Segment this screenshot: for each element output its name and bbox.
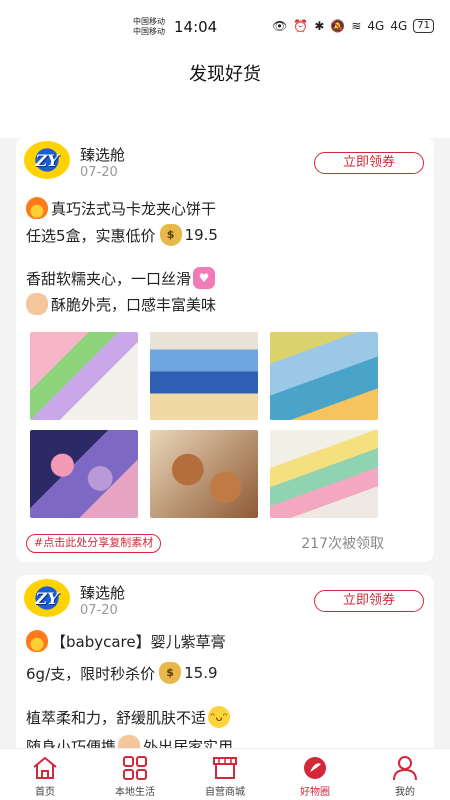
product-photo[interactable]: [270, 332, 378, 420]
copy-material-button[interactable]: #点击此处分享复制素材: [26, 534, 162, 553]
carrier-info: 中国移动 中国移动: [133, 17, 165, 37]
money-bag-icon: $: [159, 662, 182, 684]
alarm-icon: ⏰: [293, 19, 309, 33]
shop-name: 臻选舱: [80, 146, 126, 164]
system-icons: 👁 ⏰ ✱ 🔕 ≋ 4G 4G 71: [272, 19, 434, 33]
product-photo[interactable]: [30, 332, 138, 420]
battery-icon: 71: [413, 19, 434, 33]
get-coupon-button[interactable]: 立即领券: [314, 590, 424, 612]
carrier-2: 中国移动: [133, 27, 165, 36]
signal-2: 4G: [390, 19, 408, 33]
money-bag-icon: $: [159, 224, 182, 246]
page-header: 发现好货: [0, 54, 450, 138]
laughing-face-icon: ᵔᴗᵔ: [208, 706, 231, 728]
post-title-line: 【babycare】婴儿紫草膏: [26, 630, 226, 652]
fire-icon: [26, 197, 48, 219]
product-photo-grid: [30, 332, 378, 518]
claim-count: 217次被领取: [301, 536, 384, 552]
goods-circle-icon: [304, 757, 326, 779]
post-date: 07-20: [80, 165, 118, 180]
shop-name: 臻选舱: [80, 584, 126, 602]
description-line-2: 酥脆外壳，口感丰富美味: [26, 293, 216, 315]
product-photo[interactable]: [150, 332, 258, 420]
price-line: 6g/支，限时秒杀价 $ 15.9: [26, 662, 218, 684]
product-photo[interactable]: [150, 430, 258, 518]
signal-1: 4G: [367, 19, 385, 33]
price-line: 任选5盒，实惠低价 $ 19.5: [26, 224, 218, 246]
mute-icon: 🔕: [330, 19, 346, 33]
get-coupon-button[interactable]: 立即领券: [314, 152, 424, 174]
product-photo[interactable]: [270, 430, 378, 518]
tab-home[interactable]: 首页: [0, 749, 90, 800]
hearts-icon: ♥: [193, 267, 216, 289]
carrier-1: 中国移动: [133, 17, 165, 26]
home-icon: [33, 756, 57, 779]
description-line-1: 香甜软糯夹心，一口丝滑 ♥: [26, 267, 218, 289]
post-date: 07-20: [80, 603, 118, 618]
profile-icon: [393, 756, 417, 781]
page-title: 发现好货: [189, 64, 261, 85]
product-photo[interactable]: [30, 430, 138, 518]
store-icon: [213, 757, 237, 779]
shop-avatar[interactable]: ZY: [24, 141, 70, 179]
shop-avatar[interactable]: ZY: [24, 579, 70, 617]
tab-local-life[interactable]: 本地生活: [90, 749, 180, 800]
wifi-icon: ≋: [351, 19, 362, 33]
post-title-line: 真巧法式马卡龙夹心饼干: [26, 197, 216, 219]
grid-icon: [123, 756, 147, 780]
fire-icon: [26, 630, 48, 652]
status-bar: 中国移动 中国移动 14:04 👁 ⏰ ✱ 🔕 ≋ 4G 4G 71: [0, 0, 450, 54]
bottom-tab-bar: 首页 本地生活 自营商城 好物圈 我的: [0, 748, 450, 800]
tab-mall[interactable]: 自营商城: [180, 749, 270, 800]
description-line-1: 植萃柔和力，舒缓肌肤不适 ᵔᴗᵔ: [26, 706, 233, 728]
post-card: ZY 臻选舱 07-20 立即领券 【babycare】婴儿紫草膏 6g/支，限…: [16, 575, 434, 775]
post-card: ZY 臻选舱 07-20 立即领券 真巧法式马卡龙夹心饼干 任选5盒，实惠低价 …: [16, 137, 434, 562]
bluetooth-icon: ✱: [314, 19, 325, 33]
tab-goods-circle[interactable]: 好物圈: [270, 749, 360, 800]
clap-icon: [26, 293, 48, 315]
eye-icon: 👁: [272, 19, 288, 33]
clock: 14:04: [174, 18, 218, 36]
tab-profile[interactable]: 我的: [360, 749, 450, 800]
